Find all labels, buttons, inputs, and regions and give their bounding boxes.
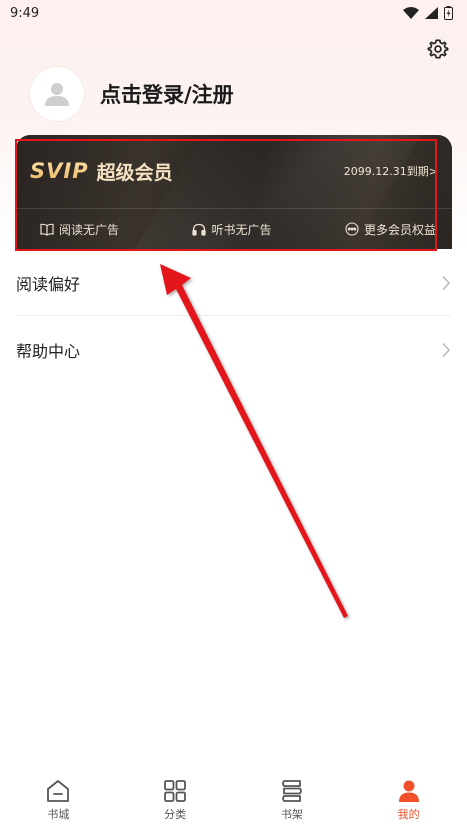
menu-item-help-center[interactable]: 帮助中心	[16, 317, 451, 383]
bookshelf-icon	[281, 779, 302, 802]
benefit-label: 阅读无广告	[59, 222, 120, 237]
chevron-right-icon	[442, 342, 451, 358]
tab-mine[interactable]: 我的	[369, 779, 449, 822]
tab-bookshelf[interactable]: 书架	[252, 779, 332, 822]
default-avatar-icon	[45, 83, 69, 106]
svip-title: 超级会员	[96, 161, 173, 184]
svip-card-header: SVIP 超级会员 2099.12.31到期>	[16, 135, 452, 207]
signal-icon	[425, 7, 438, 19]
benefit-label: 听书无广告	[211, 222, 272, 237]
home-icon	[47, 779, 70, 802]
grid-icon	[164, 779, 187, 802]
tab-label: 分类	[164, 807, 187, 821]
settings-button[interactable]	[426, 37, 450, 61]
tab-category[interactable]: 分类	[135, 779, 215, 822]
tab-bookstore[interactable]: 书城	[18, 779, 98, 822]
menu-item-label: 帮助中心	[16, 342, 81, 361]
login-register-text[interactable]: 点击登录/注册	[100, 79, 234, 109]
chevron-right-icon	[442, 275, 451, 290]
menu-item-label: 阅读偏好	[16, 274, 81, 294]
benefit-more[interactable]: 更多会员权益	[345, 221, 436, 238]
login-entry[interactable]: 点击登录/注册	[30, 67, 234, 121]
status-time: 9:49	[10, 5, 40, 21]
benefit-ad-free-audio[interactable]: 听书无广告	[192, 221, 272, 238]
status-icons	[403, 6, 453, 20]
status-bar: 9:49	[0, 0, 467, 26]
svip-card[interactable]: SVIP 超级会员 2099.12.31到期> 阅读无广告 听书无广告 更多会员…	[16, 135, 452, 249]
tab-label: 我的	[397, 807, 420, 821]
gear-icon	[427, 39, 449, 59]
avatar[interactable]	[30, 67, 84, 121]
bottom-tab-bar: 书城 分类 书架 我的	[0, 770, 467, 830]
person-icon	[398, 780, 419, 802]
tab-label: 书城	[47, 807, 70, 821]
tab-label: 书架	[280, 807, 303, 821]
svip-logo: SVIP	[30, 159, 89, 183]
benefit-ad-free-reading[interactable]: 阅读无广告	[40, 221, 119, 238]
benefit-label: 更多会员权益	[363, 222, 436, 237]
menu-item-reading-preferences[interactable]: 阅读偏好	[16, 250, 451, 316]
headphones-icon	[192, 223, 207, 236]
battery-icon	[444, 6, 453, 20]
svip-expire-date[interactable]: 2099.12.31到期>	[344, 163, 438, 179]
svip-benefits: 阅读无广告 听书无广告 更多会员权益	[16, 209, 452, 249]
wifi-icon	[403, 7, 419, 19]
more-icon	[345, 222, 359, 236]
book-icon	[40, 223, 54, 236]
